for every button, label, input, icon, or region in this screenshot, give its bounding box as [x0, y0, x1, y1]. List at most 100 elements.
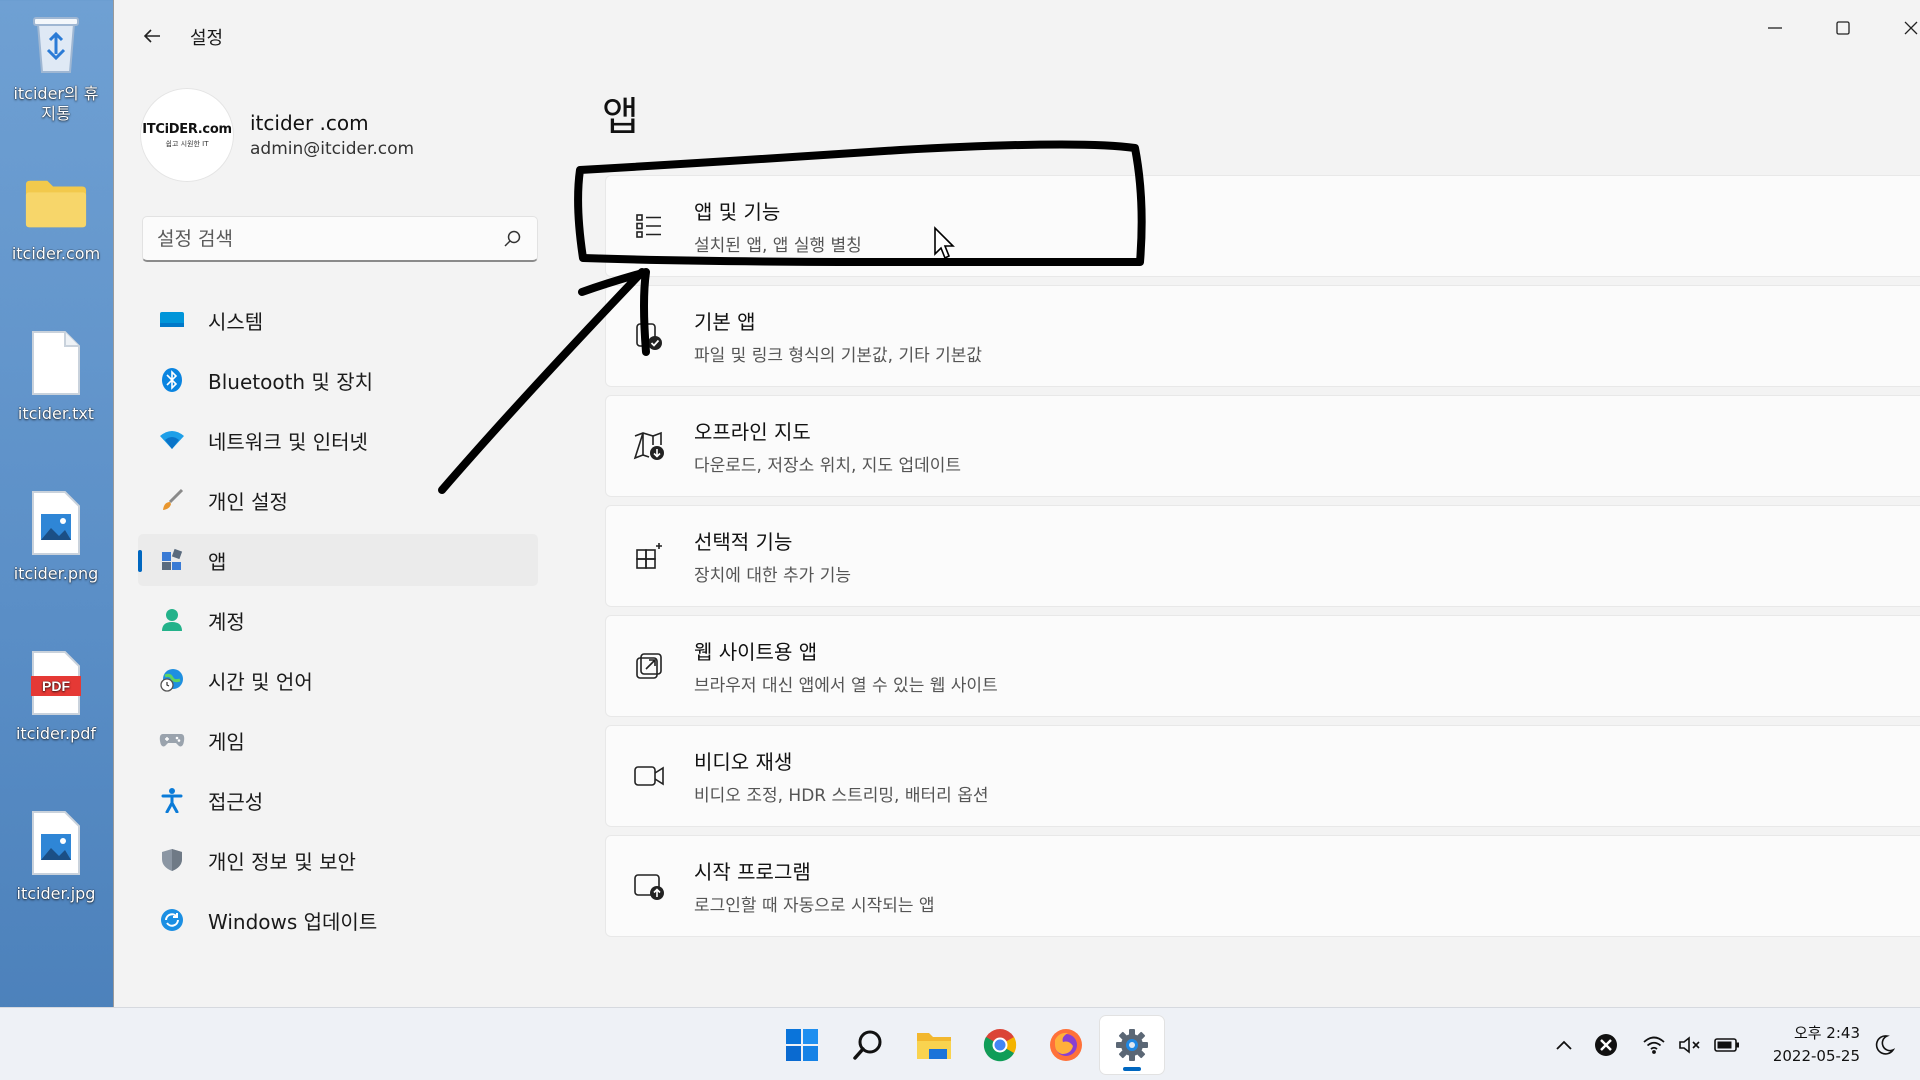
card-subtitle: 다운로드, 저장소 위치, 지도 업데이트 [694, 456, 962, 476]
card-apps-features[interactable]: 앱 및 기능 설치된 앱, 앱 실행 별칭 [605, 175, 1920, 277]
sidebar-item-label: 게임 [208, 729, 245, 754]
title-bar: 설정 [114, 0, 1920, 72]
video-icon [632, 759, 666, 793]
desktop-icon-pdf[interactable]: PDF itcider.pdf [6, 646, 106, 744]
map-icon [632, 429, 666, 463]
sidebar-item-personalization[interactable]: 개인 설정 [138, 474, 538, 526]
desktop-icon-txt[interactable]: itcider.txt [6, 326, 106, 424]
battery-icon [1714, 1038, 1739, 1052]
desktop-icon-recycle-bin[interactable]: itcider의 휴지통 [6, 6, 106, 124]
file-explorer-button[interactable] [902, 1016, 966, 1074]
desktop-icon-label: itcider.pdf [15, 724, 97, 743]
firefox-button[interactable] [1034, 1016, 1098, 1074]
chrome-button[interactable] [968, 1016, 1032, 1074]
globe-clock-icon [158, 666, 186, 694]
card-apps-for-websites[interactable]: 웹 사이트용 앱 브라우저 대신 앱에서 열 수 있는 웹 사이트 [605, 615, 1920, 717]
desktop-icon-label: itcider.txt [17, 404, 95, 423]
card-video-playback[interactable]: 비디오 재생 비디오 조정, HDR 스트리밍, 배터리 옵션 [605, 725, 1920, 827]
settings-card-list: 앱 및 기능 설치된 앱, 앱 실행 별칭 기본 앱 파일 및 링크 형식의 기… [605, 175, 1920, 945]
brush-icon [158, 486, 186, 514]
settings-search-box[interactable] [142, 216, 538, 262]
sidebar-item-time-language[interactable]: 시간 및 언어 [138, 654, 538, 706]
page-title: 앱 [602, 94, 639, 140]
card-title: 시작 프로그램 [694, 860, 811, 884]
account-profile[interactable]: ITCiDER.com 쉽고 시원한 IT itcider .com admin… [140, 88, 414, 182]
desktop-icon-label: itcider.jpg [16, 884, 96, 903]
start-button[interactable] [770, 1016, 834, 1074]
sidebar-item-network[interactable]: 네트워크 및 인터넷 [138, 414, 538, 466]
desktop: itcider의 휴지통 itcider.com itcider.txt itc… [0, 0, 112, 1010]
maximize-button[interactable] [1810, 8, 1876, 48]
avatar-logo-text: ITCiDER.com [142, 121, 232, 137]
person-icon [158, 606, 186, 634]
close-icon [1904, 21, 1918, 35]
default-apps-icon [632, 319, 666, 353]
sidebar-item-label: 개인 정보 및 보안 [208, 849, 356, 874]
show-hidden-icons-button[interactable] [1548, 1020, 1580, 1070]
card-title: 비디오 재생 [694, 750, 793, 774]
card-default-apps[interactable]: 기본 앱 파일 및 링크 형식의 기본값, 기타 기본값 [605, 285, 1920, 387]
card-title: 기본 앱 [694, 310, 756, 334]
volume-status[interactable] [1674, 1020, 1706, 1070]
network-status[interactable] [1638, 1020, 1670, 1070]
chrome-icon [983, 1029, 1017, 1062]
apps-icon [158, 546, 186, 574]
sidebar-item-windows-update[interactable]: Windows 업데이트 [138, 894, 538, 946]
shield-icon [158, 846, 186, 874]
firefox-icon [1050, 1029, 1082, 1061]
card-subtitle: 설치된 앱, 앱 실행 별칭 [694, 236, 862, 256]
focus-assist-button[interactable] [1866, 1020, 1902, 1070]
text-file-icon [24, 326, 88, 400]
sidebar-item-bluetooth[interactable]: Bluetooth 및 장치 [138, 354, 538, 406]
open-external-icon [632, 649, 666, 683]
sidebar-item-accessibility[interactable]: 접근성 [138, 774, 538, 826]
search-input[interactable] [157, 227, 503, 250]
card-title: 오프라인 지도 [694, 420, 811, 444]
card-startup[interactable]: 시작 프로그램 로그인할 때 자동으로 시작되는 앱 [605, 835, 1920, 937]
bluetooth-icon [158, 366, 186, 394]
sidebar-item-privacy[interactable]: 개인 정보 및 보안 [138, 834, 538, 886]
pdf-file-icon: PDF [24, 646, 88, 720]
tray-app-x[interactable] [1590, 1020, 1622, 1070]
sidebar-item-gaming[interactable]: 게임 [138, 714, 538, 766]
x-circle-icon [1595, 1034, 1617, 1056]
card-subtitle: 로그인할 때 자동으로 시작되는 앱 [694, 896, 935, 916]
sidebar-item-label: 개인 설정 [208, 489, 288, 514]
startup-icon [632, 869, 666, 903]
sidebar-item-accounts[interactable]: 계정 [138, 594, 538, 646]
folder-icon [917, 1033, 951, 1059]
desktop-icon-folder[interactable]: itcider.com [6, 166, 106, 264]
list-icon [632, 209, 666, 243]
sidebar-item-label: Bluetooth 및 장치 [208, 369, 374, 394]
sidebar-item-label: 접근성 [208, 789, 264, 814]
sidebar-item-label: 시스템 [208, 309, 264, 334]
sidebar-item-label: 계정 [208, 609, 245, 634]
minimize-button[interactable] [1742, 8, 1808, 48]
taskbar-clock[interactable]: 오후 2:43 2022-05-25 [1750, 1022, 1860, 1069]
windows-logo-icon [786, 1029, 818, 1061]
sidebar-item-label: Windows 업데이트 [208, 909, 378, 934]
profile-name: itcider .com [250, 111, 369, 135]
card-offline-maps[interactable]: 오프라인 지도 다운로드, 저장소 위치, 지도 업데이트 [605, 395, 1920, 497]
clock-time: 오후 2:43 [1793, 1024, 1860, 1042]
battery-status[interactable] [1710, 1020, 1744, 1070]
update-icon [158, 906, 186, 934]
profile-email: admin@itcider.com [250, 139, 415, 159]
settings-button[interactable] [1100, 1016, 1164, 1074]
minimize-icon [1768, 27, 1782, 29]
search-button[interactable] [836, 1016, 900, 1074]
search-icon[interactable] [503, 229, 523, 249]
avatar-logo-subtext: 쉽고 시원한 IT [165, 139, 209, 148]
sidebar-item-system[interactable]: 시스템 [138, 294, 538, 346]
back-button[interactable] [136, 20, 168, 52]
chevron-up-icon [1556, 1040, 1572, 1050]
accessibility-icon [158, 786, 186, 814]
desktop-icon-png[interactable]: itcider.png [6, 486, 106, 584]
close-button[interactable] [1878, 8, 1920, 48]
sidebar-item-apps[interactable]: 앱 [138, 534, 538, 586]
wifi-icon [1643, 1036, 1665, 1054]
maximize-icon [1836, 21, 1850, 35]
card-optional-features[interactable]: 선택적 기능 장치에 대한 추가 기능 [605, 505, 1920, 607]
moon-icon [1875, 1035, 1895, 1055]
desktop-icon-jpg[interactable]: itcider.jpg [6, 806, 106, 904]
